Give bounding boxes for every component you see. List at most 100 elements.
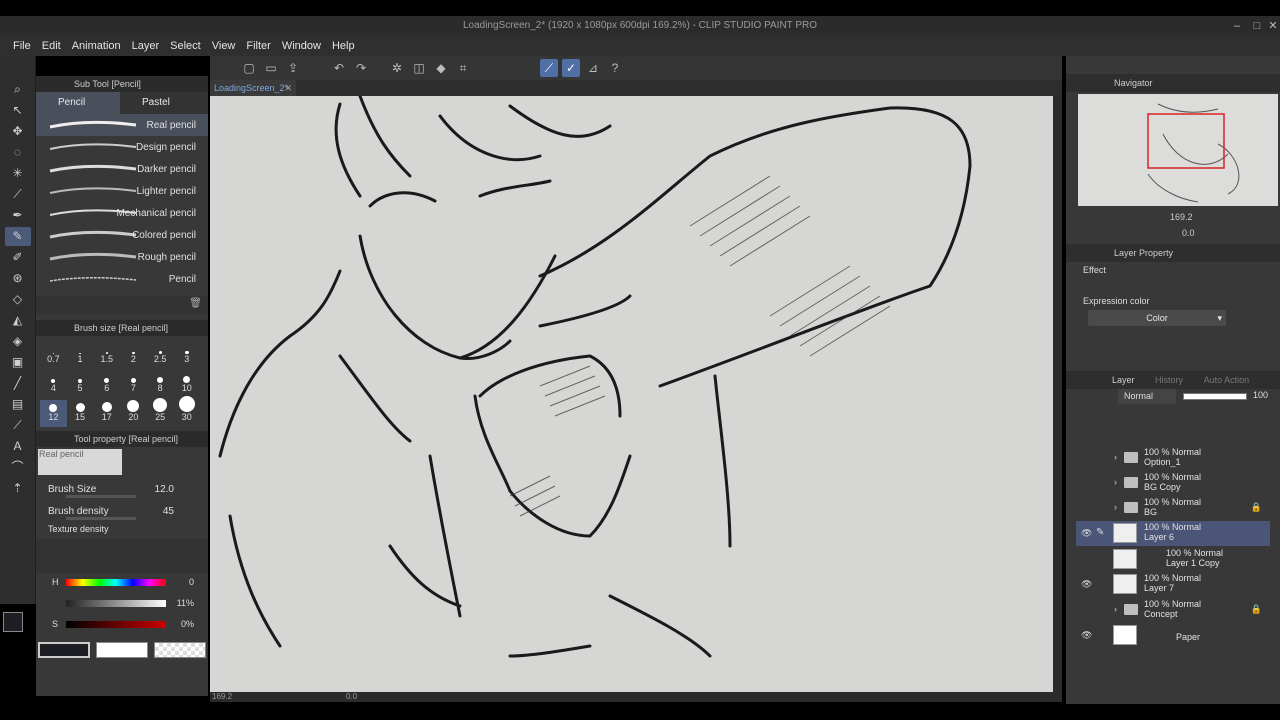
- texture-density-row[interactable]: Texture density: [36, 523, 208, 535]
- balloon-icon[interactable]: ⌒: [5, 458, 31, 477]
- zoom-tool-icon[interactable]: ⌕: [5, 80, 31, 99]
- frame-icon[interactable]: ▤: [5, 395, 31, 414]
- menu-view[interactable]: View: [212, 40, 236, 52]
- lasso-icon[interactable]: ◌: [5, 143, 31, 162]
- main-color-box[interactable]: [38, 642, 90, 658]
- lock-icon[interactable]: 🔒: [1251, 502, 1262, 513]
- brush-item-real-pencil[interactable]: Real pencil: [36, 114, 208, 136]
- brush-size-preset[interactable]: 6: [93, 371, 120, 398]
- crop-icon[interactable]: ⌗: [454, 59, 472, 77]
- close-tab-icon[interactable]: ✕: [284, 80, 292, 96]
- brush-size-preset[interactable]: 15: [67, 400, 94, 427]
- brush-density-slider[interactable]: [66, 517, 136, 520]
- operation-tool-icon[interactable]: ↖: [5, 101, 31, 120]
- hue-row[interactable]: H 0: [36, 573, 208, 594]
- navigator-zoom[interactable]: 169.2: [1170, 212, 1193, 222]
- brush-item-mechanical-pencil[interactable]: Mechanical pencil: [36, 202, 208, 224]
- saturation-slider[interactable]: [66, 600, 166, 607]
- opacity-slider[interactable]: [1183, 393, 1247, 400]
- airbrush-icon[interactable]: ⊛: [5, 269, 31, 288]
- menu-edit[interactable]: Edit: [42, 40, 61, 52]
- expand-icon[interactable]: ›: [1114, 604, 1117, 614]
- brush-icon[interactable]: ✐: [5, 248, 31, 267]
- expand-icon[interactable]: ›: [1114, 452, 1117, 462]
- layer-row-paper[interactable]: 👁 Paper: [1076, 623, 1270, 648]
- brush-density-row[interactable]: Brush density 45: [36, 501, 208, 523]
- main-color-swatch[interactable]: [3, 612, 23, 632]
- move-layer-icon[interactable]: ✥: [5, 122, 31, 141]
- ruler-icon[interactable]: ⟋: [5, 416, 31, 435]
- main-sub-color[interactable]: [3, 612, 33, 642]
- save-icon[interactable]: ⇪: [284, 59, 302, 77]
- fill-icon[interactable]: ◆: [432, 59, 450, 77]
- transparent-color-box[interactable]: [154, 642, 206, 658]
- navigator-preview[interactable]: [1078, 94, 1278, 206]
- expand-icon[interactable]: ›: [1114, 477, 1117, 487]
- brush-size-preset[interactable]: 20: [120, 400, 147, 427]
- navigator-title[interactable]: Navigator: [1114, 78, 1153, 88]
- brush-item-design-pencil[interactable]: Design pencil: [36, 136, 208, 158]
- correct-line-icon[interactable]: ⇡: [5, 479, 31, 498]
- new-file-icon[interactable]: ▢: [240, 59, 258, 77]
- fill-tool-icon[interactable]: ◈: [5, 332, 31, 351]
- gear-icon[interactable]: ✲: [388, 59, 406, 77]
- transform-icon[interactable]: ◫: [410, 59, 428, 77]
- tab-history[interactable]: History: [1155, 375, 1183, 385]
- layer-row[interactable]: › 100 % Normal Concept 🔒: [1076, 598, 1270, 623]
- undo-icon[interactable]: ↶: [330, 59, 348, 77]
- delete-sub-tool-icon[interactable]: 🗑: [189, 298, 202, 309]
- eye-icon[interactable]: 👁: [1081, 579, 1092, 590]
- value-row[interactable]: S 0%: [36, 615, 208, 636]
- snap-grid-icon[interactable]: ⊿: [584, 59, 602, 77]
- help-icon[interactable]: ?: [606, 59, 624, 77]
- brush-size-preset[interactable]: 30: [173, 396, 200, 427]
- layer-property-title[interactable]: Layer Property: [1114, 248, 1173, 258]
- pencil-icon[interactable]: ✎: [4, 227, 31, 246]
- eraser-icon[interactable]: ◇: [5, 290, 31, 309]
- close-icon[interactable]: ✕: [1263, 16, 1280, 36]
- brush-size-value[interactable]: 12.0: [155, 479, 174, 501]
- expression-color-select[interactable]: Color ▾: [1088, 310, 1226, 326]
- brush-item-darker-pencil[interactable]: Darker pencil: [36, 158, 208, 180]
- saturation-row[interactable]: 11%: [36, 594, 208, 615]
- open-folder-icon[interactable]: ▭: [262, 59, 280, 77]
- menu-layer[interactable]: Layer: [132, 40, 160, 52]
- snap-special-ruler-icon[interactable]: ✓: [562, 59, 580, 77]
- drawing-canvas[interactable]: [210, 96, 1053, 692]
- pencil-edit-icon[interactable]: ✎: [1096, 527, 1104, 538]
- snap-ruler-icon[interactable]: ⟋: [540, 59, 558, 77]
- brush-density-value[interactable]: 45: [163, 501, 174, 523]
- brush-size-preset[interactable]: 8: [147, 371, 174, 398]
- menu-animation[interactable]: Animation: [72, 40, 121, 52]
- brush-size-preset[interactable]: 5: [67, 371, 94, 398]
- tab-layer[interactable]: Layer: [1112, 375, 1135, 385]
- eyedropper-icon[interactable]: ⟋: [5, 185, 31, 204]
- eye-icon[interactable]: 👁: [1081, 528, 1092, 539]
- brush-size-preset[interactable]: 2: [120, 342, 147, 369]
- document-tab[interactable]: LoadingScreen_2* ✕: [210, 80, 296, 96]
- pen-icon[interactable]: ✒: [5, 206, 31, 225]
- tab-auto-action[interactable]: Auto Action: [1204, 375, 1250, 385]
- brush-size-preset[interactable]: 3: [173, 342, 200, 369]
- brush-size-preset[interactable]: 10: [173, 371, 200, 398]
- expand-icon[interactable]: ›: [1114, 502, 1117, 512]
- brush-size-preset[interactable]: 4: [40, 371, 67, 398]
- layer-row-selected[interactable]: 👁 ✎ 100 % Normal Layer 6: [1076, 521, 1270, 546]
- blend-mode-select[interactable]: Normal: [1118, 389, 1176, 404]
- minimize-icon[interactable]: –: [1227, 16, 1247, 36]
- menu-help[interactable]: Help: [332, 40, 355, 52]
- menu-select[interactable]: Select: [170, 40, 201, 52]
- redo-icon[interactable]: ↷: [352, 59, 370, 77]
- brush-item-pencil[interactable]: Pencil: [36, 268, 208, 290]
- brush-item-lighter-pencil[interactable]: Lighter pencil: [36, 180, 208, 202]
- brush-size-row[interactable]: Brush Size 12.0: [36, 479, 208, 501]
- brush-size-preset[interactable]: 12: [40, 400, 67, 427]
- menu-filter[interactable]: Filter: [246, 40, 270, 52]
- menu-window[interactable]: Window: [282, 40, 321, 52]
- eye-icon[interactable]: 👁: [1081, 630, 1092, 641]
- tab-pencil[interactable]: Pencil: [36, 92, 120, 114]
- layer-row[interactable]: › 100 % Normal Option_1: [1076, 446, 1270, 471]
- tab-pastel[interactable]: Pastel: [120, 92, 204, 114]
- layer-row[interactable]: › 100 % Normal BG Copy: [1076, 471, 1270, 496]
- layer-row[interactable]: 100 % Normal Layer 1 Copy: [1076, 547, 1270, 572]
